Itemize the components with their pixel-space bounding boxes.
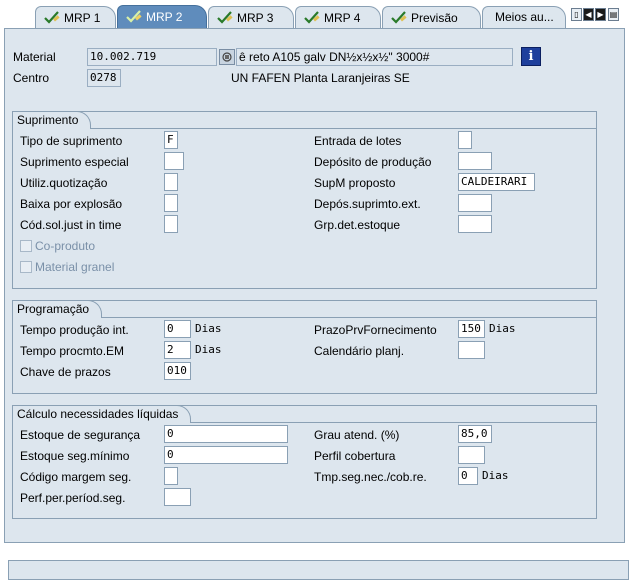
material-granel-checkbox[interactable] [20, 261, 32, 273]
grp-det-estoque-field[interactable] [458, 215, 492, 233]
deposito-producao-label: Depósito de produção [314, 155, 432, 169]
centro-description: UN FAFEN Planta Laranjeiras SE [231, 71, 410, 85]
depos-suprimto-ext-field[interactable] [458, 194, 492, 212]
tab-label: MRP 4 [324, 11, 361, 25]
perfil-cobertura-field[interactable] [458, 446, 485, 464]
supm-proposto-label: SupM proposto [314, 176, 396, 190]
material-description-field: ê reto A105 galv DN½x½x½" 3000# [236, 48, 513, 66]
baixa-explosao-field[interactable] [164, 194, 178, 212]
baixa-explosao-label: Baixa por explosão [20, 197, 123, 211]
tab-label: Previsão [411, 11, 458, 25]
grau-atend-field[interactable]: 85,0 [458, 425, 492, 443]
tab-first-button[interactable]: ▯ [571, 8, 582, 21]
estoque-seg-minimo-label: Estoque seg.mínimo [20, 449, 130, 463]
tab-mrp2[interactable]: MRP 2 [117, 5, 207, 28]
coproduto-checkbox[interactable] [20, 240, 32, 252]
perf-per-period-seg-field[interactable] [164, 488, 191, 506]
centro-label: Centro [13, 71, 50, 85]
cod-sol-jit-field[interactable] [164, 215, 178, 233]
perf-per-period-seg-label: Perf.per.períod.seg. [20, 491, 126, 505]
tab-mrp3[interactable]: MRP 3 [208, 6, 294, 28]
cod-sol-jit-label: Cód.sol.just in time [20, 218, 122, 232]
coproduto-label: Co-produto [35, 239, 96, 253]
tempo-producao-int-unit: Dias [195, 322, 222, 335]
prazo-prv-fornecimento-unit: Dias [489, 322, 516, 335]
tab-next-button[interactable]: ▶ [595, 8, 606, 21]
tab-prev-button[interactable]: ◀ [583, 8, 594, 21]
tab-strip: MRP 1 MRP 2 MRP 3 MRP 4 Previsão Meios a… [0, 0, 629, 28]
estoque-seg-minimo-field[interactable]: 0 [164, 446, 288, 464]
material-label: Material [13, 50, 56, 64]
entrada-lotes-label: Entrada de lotes [314, 134, 402, 148]
calculo-title: Cálculo necessidades líquidas [12, 405, 192, 423]
check-pencil-icon [304, 11, 320, 24]
codigo-margem-seg-label: Código margem seg. [20, 470, 132, 484]
prazo-prv-fornecimento-label: PrazoPrvFornecimento [314, 323, 437, 337]
tmp-seg-nec-label: Tmp.seg.nec./cob.re. [314, 470, 427, 484]
chave-prazos-field[interactable]: 010 [164, 362, 191, 380]
tempo-procmto-em-unit: Dias [195, 343, 222, 356]
material-granel-label: Material granel [35, 260, 115, 274]
tab-list-button[interactable]: ▤ [608, 8, 619, 21]
tmp-seg-nec-field[interactable]: 0 [458, 467, 478, 485]
tmp-seg-nec-unit: Dias [482, 469, 509, 482]
status-bar [8, 560, 629, 580]
info-icon[interactable]: i [521, 47, 541, 66]
check-pencil-icon [126, 10, 142, 23]
check-pencil-icon [44, 11, 60, 24]
check-pencil-icon [217, 11, 233, 24]
entrada-lotes-field[interactable] [458, 131, 472, 149]
tab-previsao[interactable]: Previsão [382, 6, 481, 28]
material-field[interactable]: 10.002.719 [87, 48, 217, 66]
tab-mrp4[interactable]: MRP 4 [295, 6, 381, 28]
tempo-producao-int-field[interactable]: 0 [164, 320, 191, 338]
estoque-seguranca-field[interactable]: 0 [164, 425, 288, 443]
prazo-prv-fornecimento-field[interactable]: 150 [458, 320, 485, 338]
grp-det-estoque-label: Grp.det.estoque [314, 218, 401, 232]
tempo-producao-int-label: Tempo produção int. [20, 323, 129, 337]
estoque-seguranca-label: Estoque de segurança [20, 428, 141, 442]
depos-suprimto-ext-label: Depós.suprimto.ext. [314, 197, 421, 211]
calendario-planj-label: Calendário planj. [314, 344, 405, 358]
grau-atend-label: Grau atend. (%) [314, 428, 400, 442]
tab-label: Meios au... [495, 10, 554, 24]
perfil-cobertura-label: Perfil cobertura [314, 449, 396, 463]
check-pencil-icon [391, 11, 407, 24]
suprimento-especial-label: Suprimento especial [20, 155, 129, 169]
supm-proposto-field[interactable]: CALDEIRARI [458, 173, 535, 191]
tempo-procmto-em-field[interactable]: 2 [164, 341, 191, 359]
tab-label: MRP 2 [146, 10, 183, 24]
tab-mrp1[interactable]: MRP 1 [35, 6, 116, 28]
chave-prazos-label: Chave de prazos [20, 365, 111, 379]
tipo-suprimento-field[interactable]: F [164, 131, 178, 149]
centro-field[interactable]: 0278 [87, 69, 121, 87]
calendario-planj-field[interactable] [458, 341, 485, 359]
suprimento-especial-field[interactable] [164, 152, 184, 170]
utiliz-quotizacao-label: Utiliz.quotização [20, 176, 108, 190]
tab-meios-aux[interactable]: Meios au... [482, 6, 566, 28]
codigo-margem-seg-field[interactable] [164, 467, 178, 485]
suprimento-title: Suprimento [12, 111, 92, 129]
deposito-producao-field[interactable] [458, 152, 492, 170]
material-lookup-icon[interactable] [219, 49, 235, 65]
tab-label: MRP 3 [237, 11, 274, 25]
programacao-title: Programação [12, 300, 103, 318]
tempo-procmto-em-label: Tempo procmto.EM [20, 344, 125, 358]
tipo-suprimento-label: Tipo de suprimento [20, 134, 123, 148]
tab-label: MRP 1 [64, 11, 101, 25]
utiliz-quotizacao-field[interactable] [164, 173, 178, 191]
